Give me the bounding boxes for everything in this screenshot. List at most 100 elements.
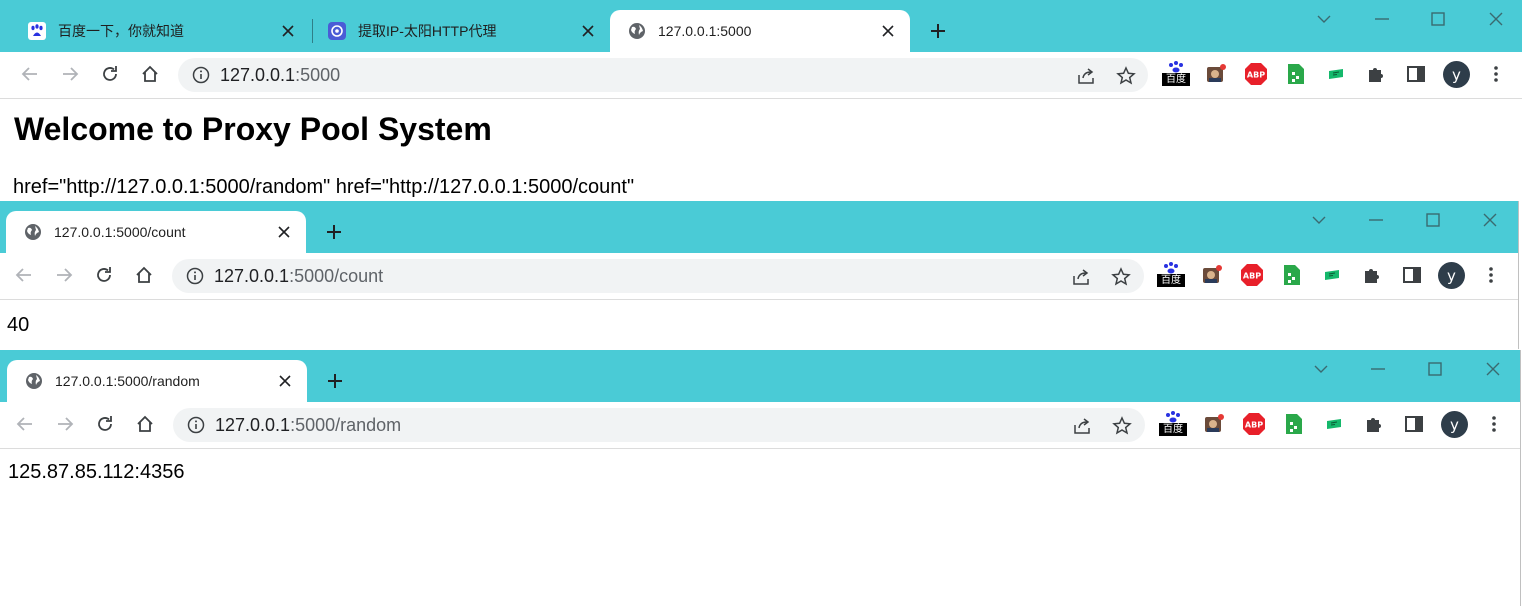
minimize-button[interactable] xyxy=(1364,211,1388,229)
page-content: 40 xyxy=(0,300,1518,349)
address-bar[interactable]: 127.0.0.1:5000 xyxy=(178,58,1148,92)
page-heading: Welcome to Proxy Pool System xyxy=(14,111,492,147)
close-window-button[interactable] xyxy=(1481,360,1505,378)
reload-button[interactable] xyxy=(98,62,122,86)
close-tab-icon[interactable] xyxy=(578,21,598,41)
close-tab-icon[interactable] xyxy=(275,371,295,391)
tab-strip: 百度一下，你就知道 提取IP-太阳HTTP代理 127.0.0.1:5000 xyxy=(0,0,1522,52)
site-info-icon[interactable] xyxy=(186,267,204,285)
baidu-extension-icon[interactable]: 百度 xyxy=(1159,411,1187,437)
baidu-paw-icon xyxy=(28,22,46,40)
baidu-extension-icon[interactable]: 百度 xyxy=(1157,262,1185,288)
close-tab-icon[interactable] xyxy=(878,21,898,41)
baidu-extension-icon[interactable]: 百度 xyxy=(1162,61,1190,87)
proxy-count-value: 40 xyxy=(7,314,30,336)
back-button[interactable] xyxy=(12,263,36,287)
tab-search-icon[interactable] xyxy=(1309,360,1333,378)
menu-kebab-icon[interactable] xyxy=(1479,262,1503,288)
toolbar: 127.0.0.1:5000/count 百度 ABP y xyxy=(0,253,1518,300)
address-bar[interactable]: 127.0.0.1:5000/random xyxy=(173,408,1145,442)
share-icon[interactable] xyxy=(1072,416,1092,436)
side-panel-icon[interactable] xyxy=(1400,262,1424,288)
address-bar[interactable]: 127.0.0.1:5000/count xyxy=(172,259,1144,293)
globe-icon xyxy=(629,23,645,39)
url-text[interactable]: 127.0.0.1:5000 xyxy=(220,65,340,85)
photo-extension-icon[interactable] xyxy=(1202,411,1226,437)
green-doc-extension-icon[interactable] xyxy=(1284,61,1308,87)
extensions-puzzle-icon[interactable] xyxy=(1362,411,1386,437)
extensions-puzzle-icon[interactable] xyxy=(1360,262,1384,288)
tab-taiyang[interactable]: 提取IP-太阳HTTP代理 xyxy=(310,10,610,52)
new-tab-button[interactable] xyxy=(320,218,348,246)
site-info-icon[interactable] xyxy=(187,416,205,434)
reload-button[interactable] xyxy=(92,263,116,287)
tab-baidu[interactable]: 百度一下，你就知道 xyxy=(10,10,310,52)
tab-title: 提取IP-太阳HTTP代理 xyxy=(358,23,497,39)
home-button[interactable] xyxy=(138,62,162,86)
tab-search-icon[interactable] xyxy=(1307,211,1331,229)
share-icon[interactable] xyxy=(1071,267,1091,287)
menu-kebab-icon[interactable] xyxy=(1482,411,1506,437)
reload-button[interactable] xyxy=(93,412,117,436)
close-window-button[interactable] xyxy=(1478,211,1502,229)
tab-count-active[interactable]: 127.0.0.1:5000/count xyxy=(6,211,306,253)
ticket-extension-icon[interactable] xyxy=(1324,61,1348,87)
side-panel-icon[interactable] xyxy=(1402,411,1426,437)
adblock-plus-icon[interactable]: ABP xyxy=(1240,262,1264,288)
maximize-button[interactable] xyxy=(1426,10,1450,28)
back-button[interactable] xyxy=(13,412,37,436)
url-text[interactable]: 127.0.0.1:5000/random xyxy=(215,415,401,435)
baidu-extension-label: 百度 xyxy=(1162,73,1190,86)
share-icon[interactable] xyxy=(1076,66,1096,86)
bookmark-star-icon[interactable] xyxy=(1112,416,1132,436)
bookmark-star-icon[interactable] xyxy=(1116,66,1136,86)
toolbar: 127.0.0.1:5000/random 百度 ABP y xyxy=(0,402,1520,449)
minimize-button[interactable] xyxy=(1370,10,1394,28)
tab-random-active[interactable]: 127.0.0.1:5000/random xyxy=(7,360,307,402)
photo-extension-icon[interactable] xyxy=(1200,262,1224,288)
ticket-extension-icon[interactable] xyxy=(1322,411,1346,437)
forward-button[interactable] xyxy=(52,263,76,287)
tab-title: 127.0.0.1:5000/random xyxy=(55,373,200,389)
profile-avatar[interactable]: y xyxy=(1438,262,1465,289)
page-content: 125.87.85.112:4356 xyxy=(0,449,1520,606)
green-doc-extension-icon[interactable] xyxy=(1282,411,1306,437)
photo-extension-icon[interactable] xyxy=(1204,61,1228,87)
random-proxy-value: 125.87.85.112:4356 xyxy=(8,461,185,483)
profile-avatar[interactable]: y xyxy=(1443,61,1470,88)
forward-button[interactable] xyxy=(53,412,77,436)
close-tab-icon[interactable] xyxy=(278,21,298,41)
url-text[interactable]: 127.0.0.1:5000/count xyxy=(214,266,383,286)
profile-avatar[interactable]: y xyxy=(1441,411,1468,438)
back-button[interactable] xyxy=(18,62,42,86)
tab-home-active[interactable]: 127.0.0.1:5000 xyxy=(610,10,910,52)
home-button[interactable] xyxy=(132,263,156,287)
maximize-button[interactable] xyxy=(1421,211,1445,229)
green-doc-extension-icon[interactable] xyxy=(1280,262,1304,288)
side-panel-icon[interactable] xyxy=(1404,61,1428,87)
home-button[interactable] xyxy=(133,412,157,436)
page-links-text: href="http://127.0.0.1:5000/random" href… xyxy=(13,176,635,198)
browser-window-random: 127.0.0.1:5000/random 127.0.0.1:5000/ran… xyxy=(0,350,1521,606)
close-window-button[interactable] xyxy=(1484,10,1508,28)
close-tab-icon[interactable] xyxy=(274,222,294,242)
adblock-plus-icon[interactable]: ABP xyxy=(1244,61,1268,87)
forward-button[interactable] xyxy=(58,62,82,86)
tab-strip: 127.0.0.1:5000/random xyxy=(0,350,1520,402)
minimize-button[interactable] xyxy=(1366,360,1390,378)
new-tab-button[interactable] xyxy=(321,367,349,395)
new-tab-button[interactable] xyxy=(924,17,952,45)
ticket-extension-icon[interactable] xyxy=(1320,262,1344,288)
menu-kebab-icon[interactable] xyxy=(1484,61,1508,87)
tab-title: 百度一下，你就知道 xyxy=(58,23,184,39)
maximize-button[interactable] xyxy=(1423,360,1447,378)
bookmark-star-icon[interactable] xyxy=(1111,267,1131,287)
browser-window-home: 百度一下，你就知道 提取IP-太阳HTTP代理 127.0.0.1:5000 1… xyxy=(0,0,1522,200)
page-content: Welcome to Proxy Pool System href="http:… xyxy=(0,99,1522,200)
toolbar: 127.0.0.1:5000 百度 ABP y xyxy=(0,52,1522,99)
extensions-puzzle-icon[interactable] xyxy=(1364,61,1388,87)
site-info-icon[interactable] xyxy=(192,66,210,84)
tab-title: 127.0.0.1:5000/count xyxy=(54,224,186,240)
tab-search-icon[interactable] xyxy=(1312,10,1336,28)
adblock-plus-icon[interactable]: ABP xyxy=(1242,411,1266,437)
